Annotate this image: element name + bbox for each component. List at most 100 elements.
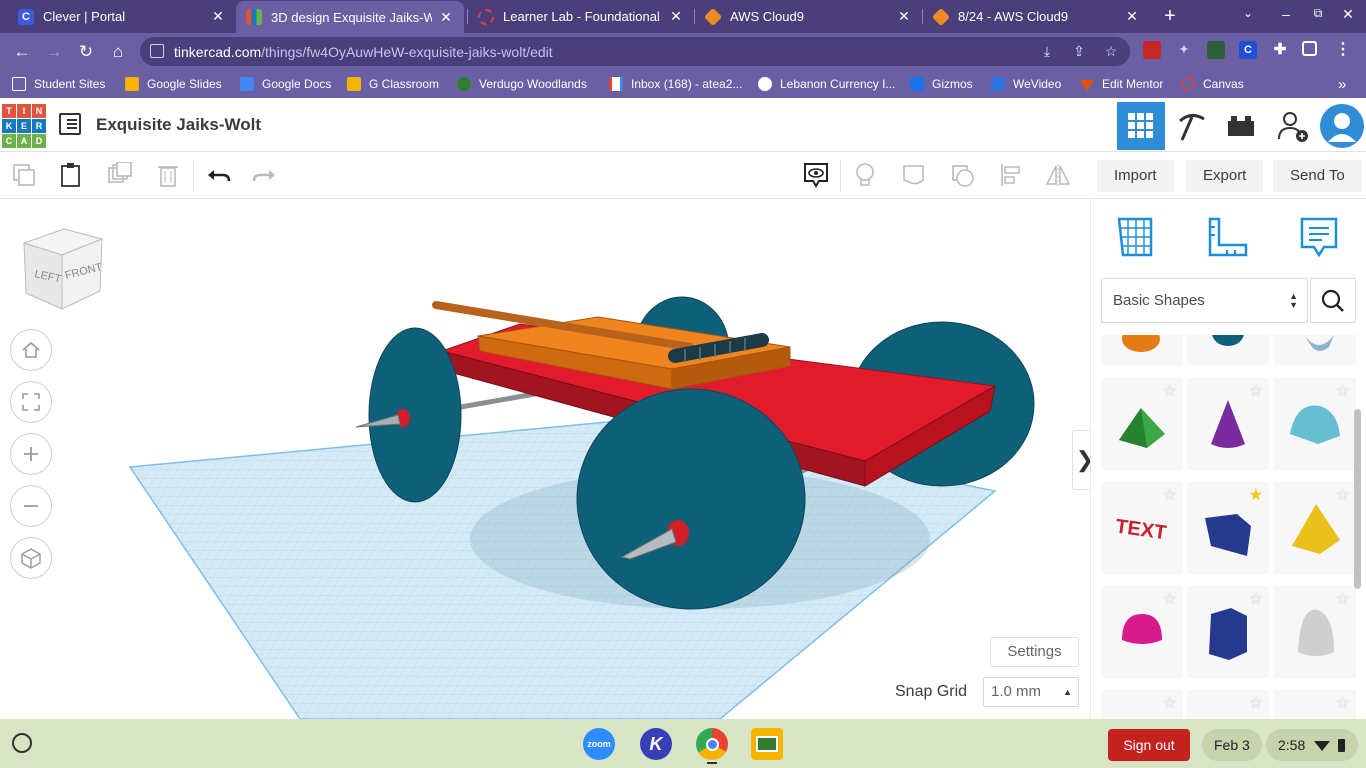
design-menu-list-icon[interactable] [59, 113, 81, 135]
paste-icon[interactable] [58, 162, 84, 188]
close-tab-icon[interactable]: ✕ [668, 8, 684, 25]
address-bar[interactable]: tinkercad.com/things/fw4OyAuwHeW-exquisi… [140, 37, 1130, 66]
browser-tab-clever[interactable]: C Clever | Portal ✕ [8, 0, 236, 33]
new-tab-button[interactable]: + [1158, 4, 1182, 28]
favorite-star-icon[interactable]: ☆ [1336, 485, 1350, 505]
home-icon[interactable]: ⌂ [106, 40, 130, 64]
redo-icon[interactable] [252, 162, 278, 188]
extension-screencast-icon[interactable] [1207, 41, 1225, 59]
kami-app-icon[interactable]: K [640, 728, 672, 760]
shape-search-button[interactable] [1310, 278, 1356, 323]
chrome-app-icon[interactable] [696, 728, 728, 760]
bookmark-google-slides[interactable]: Google Slides [125, 75, 222, 93]
send-to-button[interactable]: Send To [1273, 160, 1362, 192]
launcher-button[interactable] [12, 733, 32, 753]
shape-tile-roof[interactable]: ☆ [1101, 378, 1183, 470]
shape-tile-polygon[interactable]: ★ [1187, 482, 1269, 574]
lightbulb-icon[interactable] [852, 162, 878, 188]
shape-tile-partial-bottom[interactable]: ☆ [1101, 690, 1183, 719]
date-tray[interactable]: Feb 3 [1202, 729, 1262, 761]
export-button[interactable]: Export [1186, 160, 1264, 192]
forward-arrow-icon[interactable]: → [42, 40, 66, 64]
favorite-star-icon[interactable]: ☆ [1249, 589, 1263, 609]
group-icon[interactable] [901, 162, 927, 188]
reload-icon[interactable]: ↻ [74, 40, 98, 64]
duplicate-icon[interactable] [107, 162, 133, 188]
fit-view-button[interactable] [10, 381, 52, 423]
close-tab-icon[interactable]: ✕ [1124, 8, 1140, 25]
bookmark-g-classroom[interactable]: G Classroom [347, 75, 439, 93]
blocks-view-button[interactable] [1167, 102, 1215, 150]
undo-icon[interactable] [205, 162, 231, 188]
minimize-window-icon[interactable]: – [1276, 6, 1296, 22]
home-view-button[interactable] [10, 329, 52, 371]
delete-trash-icon[interactable] [155, 162, 181, 188]
workplane-viewport[interactable]: LEFT FRONT Settings Snap Grid 1.0 mm ▲ [0, 199, 1090, 719]
shape-tile-cone[interactable]: ☆ [1187, 378, 1269, 470]
bookmark-edit-mentor[interactable]: Edit Mentor [1080, 75, 1163, 93]
workplane-tool-icon[interactable] [1115, 215, 1157, 259]
google-classroom-app-icon[interactable] [751, 728, 783, 760]
view-cube[interactable]: LEFT FRONT [20, 225, 108, 311]
more-bookmarks-chevron[interactable]: » [1338, 75, 1346, 93]
extension-clever-icon[interactable]: C [1239, 41, 1257, 59]
install-app-icon[interactable]: ⤓ [1038, 43, 1056, 61]
close-window-icon[interactable]: ✕ [1338, 6, 1358, 23]
front-right-wheel[interactable] [576, 388, 806, 610]
shape-tile-partial-bottom[interactable]: ☆ [1187, 690, 1269, 719]
extension-pdf-icon[interactable] [1143, 41, 1161, 59]
align-icon[interactable] [999, 162, 1025, 188]
snap-grid-select[interactable]: 1.0 mm ▲ [983, 677, 1079, 707]
bookmark-verdugo-woodlands[interactable]: Verdugo Woodlands [457, 75, 587, 93]
favorite-star-icon[interactable]: ★ [1249, 485, 1263, 505]
ruler-icon[interactable] [1206, 215, 1248, 259]
shape-tile-text[interactable]: ☆ TEXT [1101, 482, 1183, 574]
share-icon[interactable]: ⇪ [1070, 43, 1088, 61]
bookmark-google-docs[interactable]: Google Docs [240, 75, 331, 93]
browser-tab-aws-cloud9[interactable]: AWS Cloud9 ✕ [695, 0, 922, 33]
perspective-toggle-button[interactable] [10, 537, 52, 579]
avatar[interactable] [1318, 102, 1366, 150]
workplane-scene[interactable] [0, 199, 1090, 719]
shape-tile-hexagonal-prism[interactable]: ☆ [1187, 586, 1269, 678]
bookmark-lebanon-currency[interactable]: Lebanon Currency I... [758, 75, 895, 93]
invite-user-button[interactable] [1268, 102, 1316, 150]
notes-eye-icon[interactable] [803, 162, 829, 188]
ungroup-icon[interactable] [950, 162, 976, 188]
shape-tile-paraboloid[interactable]: ☆ [1274, 586, 1356, 678]
favorite-star-icon[interactable]: ☆ [1336, 693, 1350, 713]
browser-tab-tinkercad[interactable]: 3D design Exquisite Jaiks-Wol ✕ [236, 1, 464, 33]
browser-tab-aws-cloud9-2[interactable]: 8/24 - AWS Cloud9 ✕ [923, 0, 1150, 33]
browser-tab-learner-lab[interactable]: Learner Lab - Foundational Se ✕ [468, 0, 694, 33]
shape-tile-partial-bottom[interactable]: ☆ [1274, 690, 1356, 719]
favorite-star-icon[interactable]: ☆ [1163, 589, 1177, 609]
favorite-star-icon[interactable]: ☆ [1163, 381, 1177, 401]
sign-out-button[interactable]: Sign out [1108, 729, 1190, 761]
close-tab-icon[interactable]: ✕ [896, 8, 912, 25]
favorite-star-icon[interactable]: ☆ [1336, 381, 1350, 401]
favorite-star-icon[interactable]: ☆ [1249, 693, 1263, 713]
favorite-star-icon[interactable]: ☆ [1336, 589, 1350, 609]
shapes-scrollbar[interactable] [1354, 409, 1361, 589]
tab-search-chevron-icon[interactable]: ⌄ [1238, 6, 1258, 20]
mirror-icon[interactable] [1045, 162, 1071, 188]
favorite-star-icon[interactable]: ☆ [1163, 693, 1177, 713]
site-info-icon[interactable] [150, 44, 164, 58]
zoom-app-icon[interactable]: zoom [583, 728, 615, 760]
bookmark-wevideo[interactable]: WeVideo [991, 75, 1061, 93]
design-title[interactable]: Exquisite Jaiks-Wolt [96, 115, 261, 135]
tinkercad-logo[interactable]: T I N K E R C A D [2, 104, 46, 148]
zoom-out-button[interactable] [10, 485, 52, 527]
front-left-wheel[interactable] [368, 327, 462, 503]
bookmark-student-sites[interactable]: Student Sites [12, 75, 105, 93]
copy-icon[interactable] [11, 162, 37, 188]
zoom-in-button[interactable] [10, 433, 52, 475]
favorite-star-icon[interactable]: ☆ [1249, 381, 1263, 401]
shape-tile-pyramid[interactable]: ☆ [1274, 482, 1356, 574]
side-panel-icon[interactable] [1302, 41, 1317, 56]
3d-design-view-button[interactable] [1117, 102, 1165, 150]
extension-puzzle-icon[interactable]: ✦ [1175, 41, 1193, 59]
bricks-view-button[interactable] [1217, 102, 1265, 150]
import-button[interactable]: Import [1097, 160, 1174, 192]
shape-tile-round-roof[interactable]: ☆ [1274, 378, 1356, 470]
